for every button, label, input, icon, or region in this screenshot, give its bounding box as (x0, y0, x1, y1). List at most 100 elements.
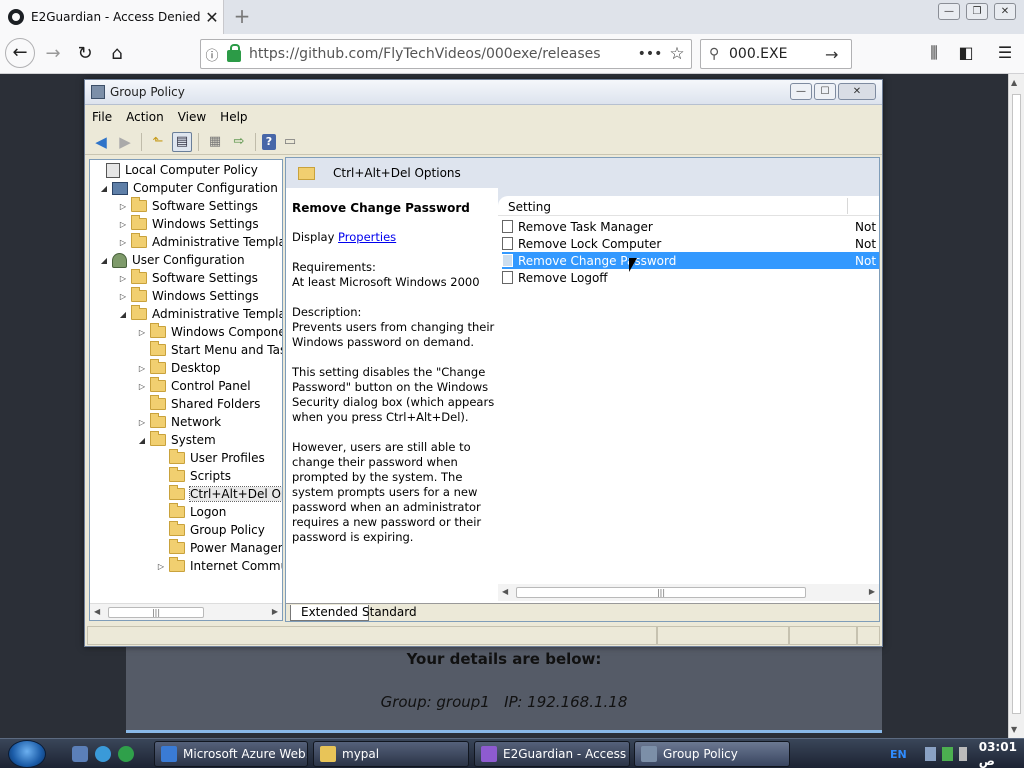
help-icon[interactable]: ? (262, 133, 276, 150)
scroll-right-icon[interactable]: ▶ (869, 587, 875, 596)
gp-maximize-icon[interactable]: ☐ (814, 83, 836, 100)
tab-close-icon[interactable]: ✕ (201, 8, 223, 27)
internet-explorer-icon[interactable] (95, 746, 111, 762)
gp-tree-pane[interactable]: ◀ ||| ▶ Local Computer Policy ◢ Computer C… (89, 159, 283, 621)
page-actions-icon[interactable]: ••• (637, 46, 663, 62)
tree-item[interactable]: ◢ Administrative Templates (118, 305, 282, 323)
tree-item[interactable]: ▷ Windows Settings (118, 215, 259, 233)
show-tree-icon[interactable]: ▤ (172, 131, 192, 152)
tree-item[interactable]: ◢ User Configuration (99, 251, 245, 269)
tree-item[interactable]: User Profiles (156, 449, 265, 467)
menu-help[interactable]: Help (220, 110, 247, 124)
tree-item[interactable]: ▷ Control Panel (137, 377, 251, 395)
gp-minimize-icon[interactable]: — (790, 83, 812, 100)
url-bar[interactable]: ⓘ https://github.com/FlyTechVideos/000ex… (200, 39, 692, 69)
setting-row[interactable]: Remove Task Manager Not (502, 218, 879, 235)
expander-icon[interactable]: ▷ (137, 364, 147, 373)
tree-item[interactable]: Scripts (156, 467, 231, 485)
reload-button[interactable]: ↻ (70, 40, 100, 68)
menu-view[interactable]: View (178, 110, 206, 124)
setting-row[interactable]: Remove Lock Computer Not (502, 235, 879, 252)
tree-item[interactable]: ▷ Software Settings (118, 197, 258, 215)
gp-close-icon[interactable]: ✕ (838, 83, 876, 100)
scroll-up-icon[interactable]: ▲ (1011, 78, 1017, 87)
search-bar[interactable]: ⚲ 000.EXE → (700, 39, 852, 69)
bookmark-star-icon[interactable]: ☆ (663, 44, 691, 64)
tree-item[interactable]: ▷ Network (137, 413, 221, 431)
tray-app-icon[interactable] (941, 747, 953, 761)
search-go-icon[interactable]: → (825, 45, 851, 64)
tree-item[interactable]: ▷ Desktop (137, 359, 221, 377)
tree-item[interactable]: ◢ Computer Configuration (99, 179, 278, 197)
sidebar-icon[interactable]: ◧ (954, 43, 978, 62)
clock[interactable]: 03:01 ص (979, 740, 1024, 768)
tree-item[interactable]: Start Menu and Taskbar (137, 341, 282, 359)
list-hscroll-track[interactable]: ◀ ||| ▶ (498, 584, 879, 601)
show-desktop-icon[interactable] (72, 746, 88, 762)
url-text[interactable]: https://github.com/FlyTechVideos/000exe/… (249, 46, 637, 62)
new-tab-button[interactable]: + (230, 4, 254, 28)
back-button[interactable]: ← (5, 38, 35, 68)
tree-item[interactable]: Shared Folders (137, 395, 260, 413)
tree-scroll-thumb[interactable]: ||| (108, 607, 204, 618)
minimize-icon[interactable]: — (938, 3, 960, 20)
gp-titlebar[interactable]: Group Policy — ☐ ✕ (85, 80, 882, 105)
menu-action[interactable]: Action (126, 110, 164, 124)
column-divider[interactable] (847, 198, 848, 214)
back-arrow-icon[interactable]: ◀ (91, 132, 111, 152)
language-indicator[interactable]: EN (890, 748, 907, 761)
tree-item[interactable]: Local Computer Policy (93, 161, 258, 179)
taskbar-button[interactable]: Microsoft Azure Web... (154, 741, 308, 767)
tree-item[interactable]: Group Policy (156, 521, 265, 539)
expander-icon[interactable]: ▷ (118, 202, 128, 211)
expander-icon[interactable]: ▷ (118, 238, 128, 247)
list-scroll-thumb[interactable]: ||| (516, 587, 806, 598)
expander-icon[interactable]: ▷ (118, 274, 128, 283)
browser-quicklaunch-icon[interactable] (118, 746, 134, 762)
taskbar-button[interactable]: Group Policy (634, 741, 790, 767)
volume-icon[interactable] (958, 747, 967, 761)
tree-item[interactable]: ▷ Windows Components (137, 323, 282, 341)
taskbar-button[interactable]: mypal (313, 741, 469, 767)
expander-icon[interactable]: ▷ (137, 328, 147, 337)
extended-view-icon[interactable]: ▭ (280, 132, 300, 152)
info-icon[interactable]: ⓘ (201, 45, 223, 64)
start-button[interactable] (8, 740, 46, 768)
expander-icon[interactable]: ◢ (99, 256, 109, 265)
search-input[interactable]: 000.EXE (729, 46, 825, 62)
setting-row[interactable]: Remove Change Password Not (502, 252, 879, 269)
column-setting[interactable]: Setting (508, 200, 551, 214)
menu-icon[interactable]: ☰ (993, 43, 1017, 62)
settings-list[interactable]: Setting Remove Task Manager Not Remove Loc… (498, 188, 879, 584)
forward-arrow-icon[interactable]: ▶ (115, 132, 135, 152)
up-folder-icon[interactable]: ⬑ (148, 132, 168, 152)
setting-row[interactable]: Remove Logoff (502, 269, 879, 286)
page-scrollbar[interactable]: ▲ ▼ (1008, 74, 1024, 738)
scroll-right-icon[interactable]: ▶ (272, 607, 278, 616)
tree-item[interactable]: ▷ Windows Settings (118, 287, 259, 305)
list-hscrollbar[interactable]: ◀ ||| ▶ (498, 584, 879, 601)
properties-icon[interactable]: ▦ (205, 132, 225, 152)
tree-item[interactable]: ▷ Internet Communication (156, 557, 282, 575)
expander-icon[interactable]: ▷ (137, 418, 147, 427)
tree-item[interactable]: Ctrl+Alt+Del Options (156, 485, 282, 503)
tree-item[interactable]: ▷ Software Settings (118, 269, 258, 287)
library-icon[interactable]: ⫼ (922, 43, 946, 63)
forward-button[interactable]: → (38, 40, 68, 68)
expander-icon[interactable]: ▷ (118, 220, 128, 229)
close-icon[interactable]: ✕ (994, 3, 1016, 20)
tab-standard[interactable]: Standard (354, 605, 425, 621)
expander-icon[interactable]: ▷ (118, 292, 128, 301)
tree-item[interactable]: Logon (156, 503, 226, 521)
properties-link[interactable]: Properties (338, 230, 396, 244)
export-list-icon[interactable]: ⇨ (229, 132, 249, 152)
network-icon[interactable] (924, 747, 936, 761)
expander-icon[interactable]: ◢ (137, 436, 147, 445)
expander-icon[interactable]: ▷ (137, 382, 147, 391)
menu-file[interactable]: File (92, 110, 112, 124)
scroll-down-icon[interactable]: ▼ (1011, 725, 1017, 734)
expander-icon[interactable]: ◢ (99, 184, 109, 193)
scroll-thumb[interactable] (1012, 94, 1021, 714)
tree-item[interactable]: ◢ System (137, 431, 216, 449)
browser-tab[interactable]: E2Guardian - Access Denied ✕ (0, 0, 224, 34)
